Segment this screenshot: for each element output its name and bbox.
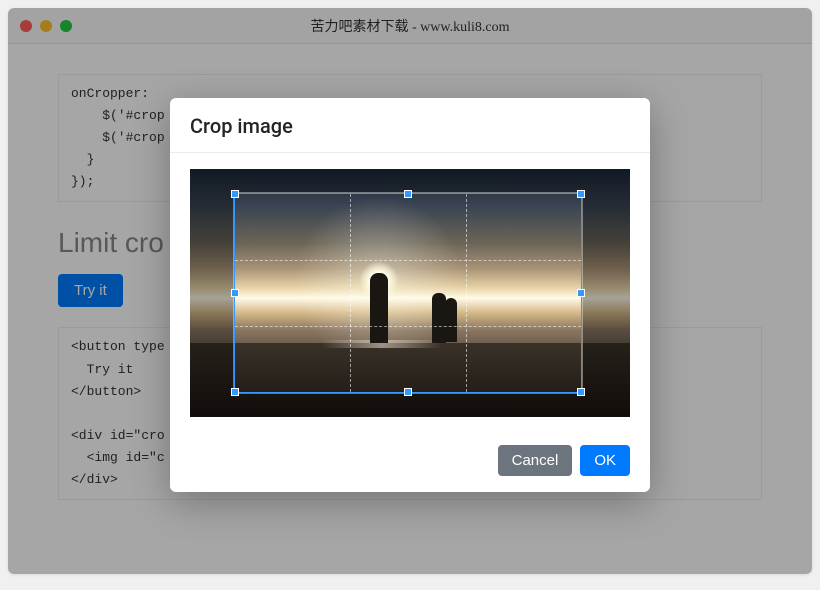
crop-dim-left <box>190 193 234 393</box>
crop-image-modal: Crop image <box>170 98 650 492</box>
modal-body <box>170 153 650 433</box>
crop-grid-line <box>350 194 351 392</box>
crop-box[interactable] <box>234 193 582 393</box>
crop-handle-se[interactable] <box>577 388 585 396</box>
modal-header: Crop image <box>170 98 650 153</box>
crop-handle-ne[interactable] <box>577 190 585 198</box>
modal-title: Crop image <box>190 114 630 138</box>
crop-handle-s[interactable] <box>404 388 412 396</box>
crop-handle-sw[interactable] <box>231 388 239 396</box>
crop-handle-n[interactable] <box>404 190 412 198</box>
crop-dim-right <box>582 193 630 393</box>
crop-handle-nw[interactable] <box>231 190 239 198</box>
crop-grid-line <box>235 260 581 261</box>
browser-window: 苦力吧素材下载 - www.kuli8.com onCropper: $('#c… <box>8 8 812 574</box>
crop-handle-w[interactable] <box>231 289 239 297</box>
ok-button[interactable]: OK <box>580 445 630 476</box>
crop-grid-line <box>235 326 581 327</box>
crop-grid-line <box>466 194 467 392</box>
cropper-container[interactable] <box>190 169 630 417</box>
cancel-button[interactable]: Cancel <box>498 445 573 476</box>
crop-dim-bottom <box>190 393 630 417</box>
crop-handle-e[interactable] <box>577 289 585 297</box>
modal-footer: Cancel OK <box>170 433 650 492</box>
